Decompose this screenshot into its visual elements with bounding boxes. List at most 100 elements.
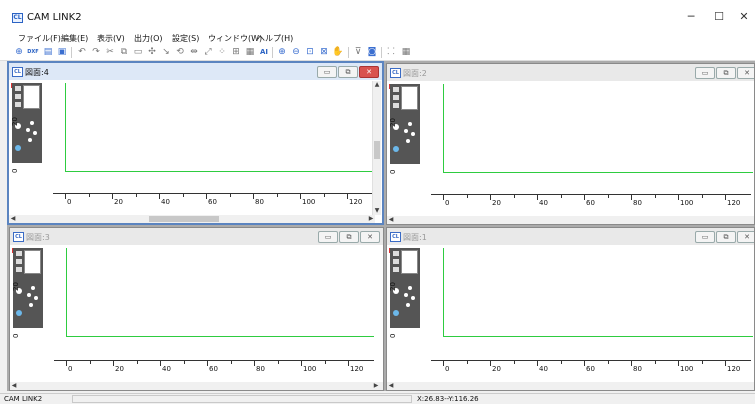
- new-icon[interactable]: ⊕: [13, 46, 25, 58]
- palette-dot[interactable]: [408, 122, 412, 126]
- palette-dot[interactable]: [30, 121, 34, 125]
- child-restore-button[interactable]: ⧉: [716, 67, 736, 79]
- drawing-window-4[interactable]: CL 図面:4 ▭ ⧉ ✕ 20 0 ▲ ▼ ◀ ▶ 0 20 40 60 80…: [7, 61, 384, 225]
- horizontal-scrollbar[interactable]: ◀ ▶: [10, 382, 383, 390]
- minimize-button[interactable]: ─: [676, 9, 706, 25]
- array-icon[interactable]: ⁘: [216, 46, 228, 58]
- menu-window[interactable]: ウィンドウ(W): [208, 33, 262, 44]
- scroll-thumb[interactable]: [149, 216, 219, 222]
- horizontal-scrollbar[interactable]: ◀: [387, 216, 754, 224]
- child-minimize-button[interactable]: ▭: [695, 231, 715, 243]
- palette-dot[interactable]: [34, 296, 38, 300]
- palette-button[interactable]: [393, 87, 399, 92]
- palette-blue-dot[interactable]: [393, 310, 399, 316]
- zoom-in-icon[interactable]: ⊕: [276, 46, 288, 58]
- zoom-fit-icon[interactable]: ⊡: [304, 46, 316, 58]
- filter-icon[interactable]: ⊽: [352, 46, 364, 58]
- palette-dot[interactable]: [26, 128, 30, 132]
- pan-icon[interactable]: ✋: [332, 46, 344, 58]
- scroll-right-arrow[interactable]: ▶: [367, 215, 375, 223]
- scale-icon[interactable]: ⤢: [202, 46, 214, 58]
- palette-dot[interactable]: [27, 293, 31, 297]
- palette-button[interactable]: [393, 95, 399, 100]
- cut-icon[interactable]: ✂: [104, 46, 116, 58]
- paste-icon[interactable]: ▭: [132, 46, 144, 58]
- color-swatch[interactable]: [23, 85, 40, 109]
- palette-dot[interactable]: [31, 286, 35, 290]
- vertical-scrollbar[interactable]: ▲ ▼: [372, 81, 381, 215]
- child-close-button[interactable]: ✕: [737, 67, 754, 79]
- open-icon[interactable]: ▤: [42, 46, 54, 58]
- group-icon[interactable]: ⊞: [230, 46, 242, 58]
- child-close-button[interactable]: ✕: [737, 231, 754, 243]
- horizontal-scrollbar[interactable]: ◀: [387, 382, 754, 390]
- zoom-window-icon[interactable]: ⊠: [318, 46, 330, 58]
- scroll-right-arrow[interactable]: ▶: [372, 382, 380, 390]
- horizontal-scrollbar[interactable]: ◀ ▶: [9, 215, 375, 223]
- palette-dot[interactable]: [28, 138, 32, 142]
- palette-blue-dot[interactable]: [15, 145, 21, 151]
- palette-dot[interactable]: [406, 303, 410, 307]
- dxf-icon[interactable]: DXF: [26, 46, 40, 58]
- menu-help[interactable]: ヘルプ(H): [257, 33, 293, 44]
- window-title-bar[interactable]: CL 図面:4 ▭ ⧉ ✕: [9, 63, 382, 80]
- child-close-button[interactable]: ✕: [359, 66, 379, 78]
- palette-dot[interactable]: [408, 286, 412, 290]
- drawing-window-1[interactable]: CL 図面:1 ▭ ⧉ ✕ 20 0 ◀ 0 20 40 60 80 100 120: [386, 227, 755, 391]
- window-title-bar[interactable]: CL 図面:3 ▭ ⧉ ✕: [10, 228, 383, 245]
- child-minimize-button[interactable]: ▭: [317, 66, 337, 78]
- child-minimize-button[interactable]: ▭: [695, 67, 715, 79]
- close-button[interactable]: ✕: [729, 9, 755, 25]
- zoom-out-icon[interactable]: ⊖: [290, 46, 302, 58]
- palette-button[interactable]: [16, 259, 22, 264]
- window-title-bar[interactable]: CL 図面:2 ▭ ⧉ ✕: [387, 64, 754, 81]
- palette-dot[interactable]: [406, 139, 410, 143]
- scroll-left-arrow[interactable]: ◀: [9, 215, 17, 223]
- palette-button[interactable]: [16, 251, 22, 256]
- window-title-bar[interactable]: CL 図面:1 ▭ ⧉ ✕: [387, 228, 754, 245]
- menu-output[interactable]: 出力(O): [134, 33, 163, 44]
- palette-button[interactable]: [393, 259, 399, 264]
- palette-dot[interactable]: [33, 131, 37, 135]
- child-restore-button[interactable]: ⧉: [339, 231, 359, 243]
- child-minimize-button[interactable]: ▭: [318, 231, 338, 243]
- menu-view[interactable]: 表示(V): [97, 33, 125, 44]
- redo-icon[interactable]: ↷: [90, 46, 102, 58]
- palette-button[interactable]: [16, 267, 22, 272]
- save-icon[interactable]: ▣: [56, 46, 68, 58]
- menu-edit[interactable]: 編集(E): [61, 33, 88, 44]
- layer-icon[interactable]: ▦: [244, 46, 256, 58]
- palette-button[interactable]: [393, 267, 399, 272]
- preview-icon[interactable]: ◙: [366, 46, 378, 58]
- grid-icon[interactable]: ⸬: [385, 46, 397, 58]
- palette-button[interactable]: [393, 103, 399, 108]
- palette-button[interactable]: [15, 102, 21, 107]
- color-swatch[interactable]: [24, 250, 41, 274]
- scroll-up-arrow[interactable]: ▲: [373, 81, 381, 89]
- scroll-thumb[interactable]: [374, 141, 380, 159]
- palette-dot[interactable]: [404, 293, 408, 297]
- color-swatch[interactable]: [401, 250, 418, 274]
- drawing-window-3[interactable]: CL 図面:3 ▭ ⧉ ✕ 20 0 ◀ ▶ 0 20 40 60 80 100…: [9, 227, 384, 391]
- palette-button[interactable]: [393, 251, 399, 256]
- text-ai-icon[interactable]: AI: [258, 46, 270, 58]
- scroll-left-arrow[interactable]: ◀: [10, 382, 18, 390]
- copy-icon[interactable]: ⧉: [118, 46, 130, 58]
- palette-dot[interactable]: [29, 303, 33, 307]
- rotate-icon[interactable]: ⟲: [174, 46, 186, 58]
- palette-dot[interactable]: [411, 132, 415, 136]
- drawing-window-2[interactable]: CL 図面:2 ▭ ⧉ ✕ 20 0 ◀ 0 20 40 60 80 100 120: [386, 63, 755, 225]
- palette-button[interactable]: [15, 86, 21, 91]
- child-close-button[interactable]: ✕: [360, 231, 380, 243]
- move-icon[interactable]: ✣: [146, 46, 158, 58]
- settings-icon[interactable]: ▦: [400, 46, 412, 58]
- palette-dot[interactable]: [411, 296, 415, 300]
- child-restore-button[interactable]: ⧉: [716, 231, 736, 243]
- palette-dot[interactable]: [404, 129, 408, 133]
- child-restore-button[interactable]: ⧉: [338, 66, 358, 78]
- palette-blue-dot[interactable]: [393, 146, 399, 152]
- palette-blue-dot[interactable]: [16, 310, 22, 316]
- mirror-icon[interactable]: ⇹: [188, 46, 200, 58]
- menu-settings[interactable]: 設定(S): [172, 33, 199, 44]
- menu-file[interactable]: ファイル(F): [18, 33, 61, 44]
